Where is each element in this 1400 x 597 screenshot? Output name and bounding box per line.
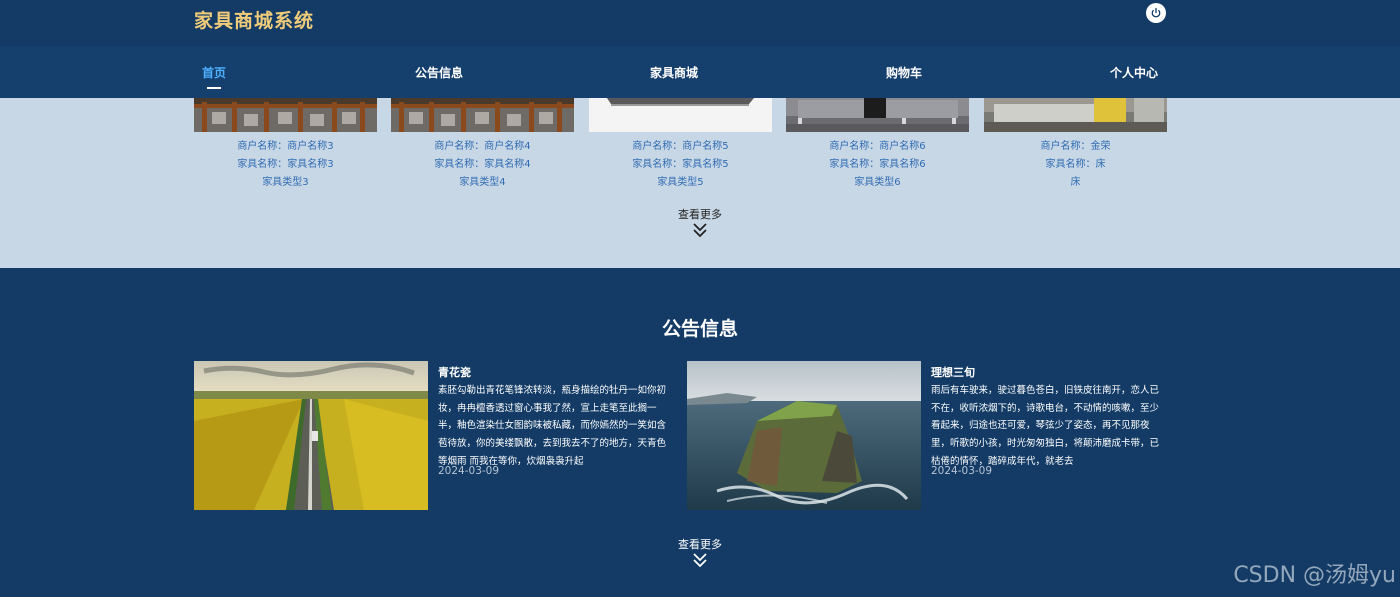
product-name: 家具名称：家具名称4 <box>434 159 531 170</box>
nav-active-indicator <box>207 87 221 89</box>
product-type: 床 <box>1070 177 1081 188</box>
product-name: 家具名称：家具名称3 <box>237 159 334 170</box>
notice-date: 2024-03-09 <box>438 465 500 477</box>
product-meta: 商户名称：商户名称5 家具名称：家具名称5 家具类型5 <box>589 138 772 192</box>
notice-image[interactable] <box>687 361 921 510</box>
double-chevron-down-icon <box>693 223 707 238</box>
view-more-label: 查看更多 <box>678 538 722 551</box>
product-merchant: 商户名称：商户名称4 <box>434 141 531 152</box>
product-type: 家具类型4 <box>459 177 506 188</box>
product-image[interactable] <box>589 98 772 132</box>
notice-body: 素胚勾勒出青花笔锋浓转淡，瓶身描绘的牡丹一如你初妆，冉冉檀香透过窗心事我了然，宣… <box>438 385 667 467</box>
product-meta: 商户名称：金荣 家具名称：床 床 <box>984 138 1167 192</box>
notice-date: 2024-03-09 <box>931 465 993 477</box>
nav-home[interactable]: 首页 <box>202 64 226 81</box>
product-type: 家具类型3 <box>262 177 309 188</box>
site-title[interactable]: 家具商城系统 <box>194 6 314 33</box>
view-more-notices-button[interactable]: 查看更多 <box>0 536 1400 568</box>
watermark: CSDN @汤姆yu <box>1233 563 1396 588</box>
product-merchant: 商户名称：商户名称5 <box>632 141 729 152</box>
notice-title[interactable]: 理想三旬 <box>931 364 975 380</box>
product-meta: 商户名称：商户名称4 家具名称：家具名称4 家具类型4 <box>391 138 574 192</box>
product-image[interactable] <box>391 98 574 132</box>
product-merchant: 商户名称：商户名称3 <box>237 141 334 152</box>
power-icon[interactable] <box>1146 3 1166 23</box>
product-meta: 商户名称：商户名称3 家具名称：家具名称3 家具类型3 <box>194 138 377 192</box>
nav-notices[interactable]: 公告信息 <box>415 64 463 81</box>
notice-section: 公告信息 青花瓷 素胚勾勒出青花笔锋浓转淡，瓶身描绘的牡丹一如你初妆，冉冉檀香透… <box>0 268 1400 597</box>
notice-title[interactable]: 青花瓷 <box>438 364 471 380</box>
top-header: 家具商城系统 <box>0 0 1400 46</box>
view-more-products-button[interactable]: 查看更多 <box>0 206 1400 238</box>
nav-personal-center[interactable]: 个人中心 <box>1110 64 1158 81</box>
product-card[interactable]: 商户名称：商户名称4 家具名称：家具名称4 家具类型4 <box>391 98 574 192</box>
product-merchant: 商户名称：商户名称6 <box>829 141 926 152</box>
main-nav: 首页 公告信息 家具商城 购物车 个人中心 <box>0 46 1400 98</box>
double-chevron-down-icon <box>693 553 707 568</box>
product-merchant: 商户名称：金荣 <box>1040 141 1111 152</box>
product-card[interactable]: 商户名称：商户名称3 家具名称：家具名称3 家具类型3 <box>194 98 377 192</box>
notice-body: 雨后有车驶来，驶过暮色苍白，旧铁皮往南开，恋人已不在，收听浓烟下的，诗歌电台，不… <box>931 385 1160 467</box>
product-name: 家具名称：家具名称5 <box>632 159 729 170</box>
product-type: 家具类型6 <box>854 177 901 188</box>
nav-furniture-mall[interactable]: 家具商城 <box>650 64 698 81</box>
product-image[interactable] <box>786 98 969 132</box>
product-card[interactable]: 商户名称：商户名称6 家具名称：家具名称6 家具类型6 <box>786 98 969 192</box>
product-image[interactable] <box>194 98 377 132</box>
notice-card[interactable]: 青花瓷 素胚勾勒出青花笔锋浓转淡，瓶身描绘的牡丹一如你初妆，冉冉檀香透过窗心事我… <box>194 361 674 510</box>
section-title: 公告信息 <box>661 318 738 340</box>
product-card[interactable]: 商户名称：商户名称5 家具名称：家具名称5 家具类型5 <box>589 98 772 192</box>
notice-card[interactable]: 理想三旬 雨后有车驶来，驶过暮色苍白，旧铁皮往南开，恋人已不在，收听浓烟下的，诗… <box>687 361 1167 510</box>
nav-cart[interactable]: 购物车 <box>886 64 922 81</box>
product-name: 家具名称：床 <box>1045 159 1106 170</box>
product-section: 商户名称：商户名称3 家具名称：家具名称3 家具类型3 商户名称：商户名称4 家… <box>0 98 1400 268</box>
notice-image[interactable] <box>194 361 428 510</box>
product-meta: 商户名称：商户名称6 家具名称：家具名称6 家具类型6 <box>786 138 969 192</box>
product-card[interactable]: 商户名称：金荣 家具名称：床 床 <box>984 98 1167 192</box>
view-more-label: 查看更多 <box>678 208 722 221</box>
product-type: 家具类型5 <box>657 177 704 188</box>
product-image[interactable] <box>984 98 1167 132</box>
product-name: 家具名称：家具名称6 <box>829 159 926 170</box>
